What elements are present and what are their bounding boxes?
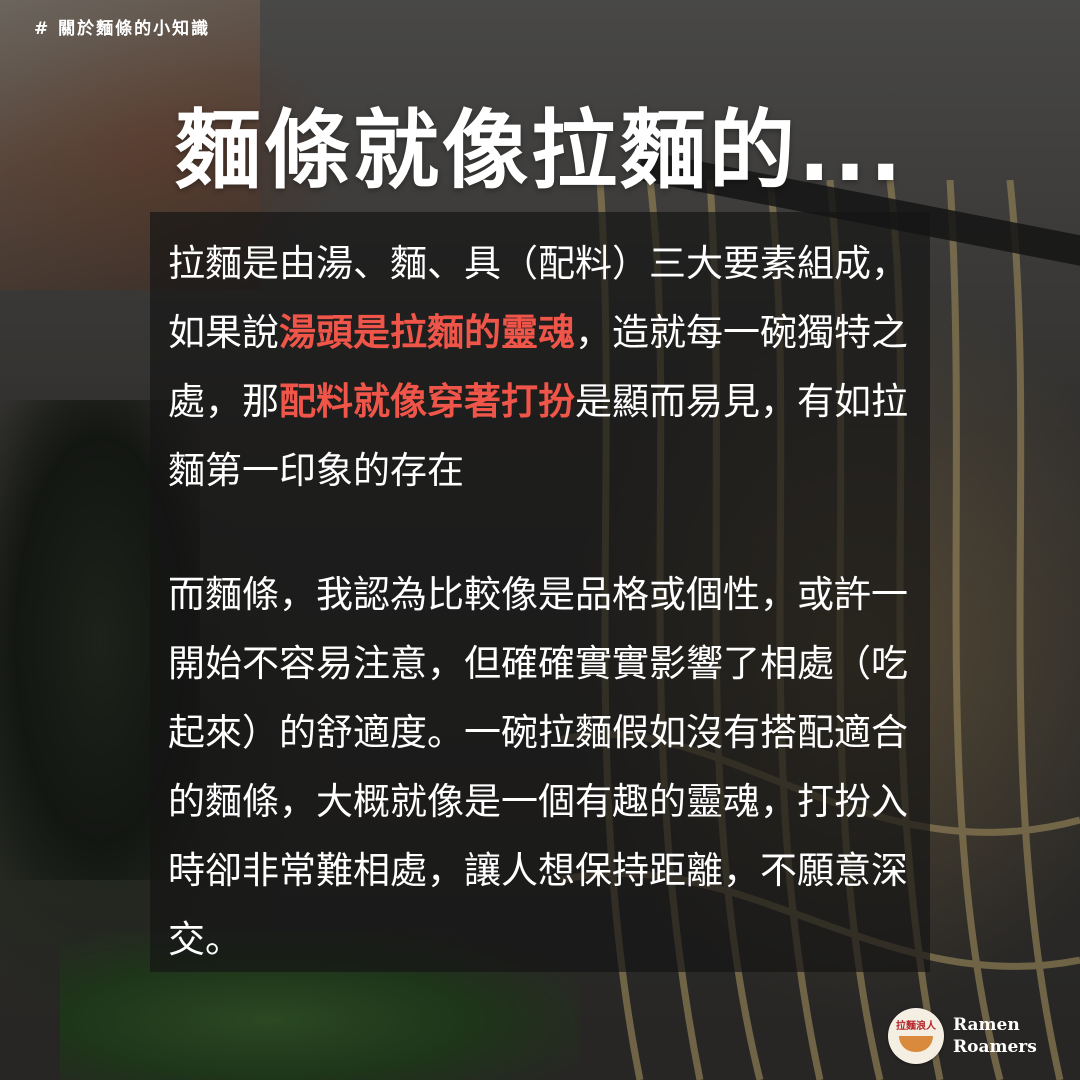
brand-logo: 拉麵浪人 xyxy=(888,1008,944,1064)
ramen-bowl-icon xyxy=(899,1035,933,1052)
paragraph-2: 而麵條，我認為比較像是品格或個性，或許一開始不容易注意，但確確實實影響了相處（吃… xyxy=(168,573,908,961)
brand-name: Ramen Roamers xyxy=(953,1014,1037,1058)
brand-name-line-1: Ramen xyxy=(953,1015,1020,1035)
highlighted-phrase: 湯頭是拉麵的靈魂 xyxy=(279,311,575,354)
post-canvas: # 關於麵條的小知識 麵條就像拉麵的... 拉麵是由湯、麵、具（配料）三大要素組… xyxy=(0,0,1080,1080)
post-title: 麵條就像拉麵的... xyxy=(174,101,905,201)
paragraph-1: 拉麵是由湯、麵、具（配料）三大要素組成，如果說湯頭是拉麵的靈魂，造就每一碗獨特之… xyxy=(168,229,908,505)
brand-name-line-2: Roamers xyxy=(953,1037,1037,1057)
brand-mark: 拉麵浪人 Ramen Roamers xyxy=(888,1008,1037,1064)
highlighted-phrase: 配料就像穿著打扮 xyxy=(279,380,575,423)
hashtag-label: # 關於麵條的小知識 xyxy=(34,19,211,39)
brand-logo-text: 拉麵浪人 xyxy=(896,1020,936,1032)
